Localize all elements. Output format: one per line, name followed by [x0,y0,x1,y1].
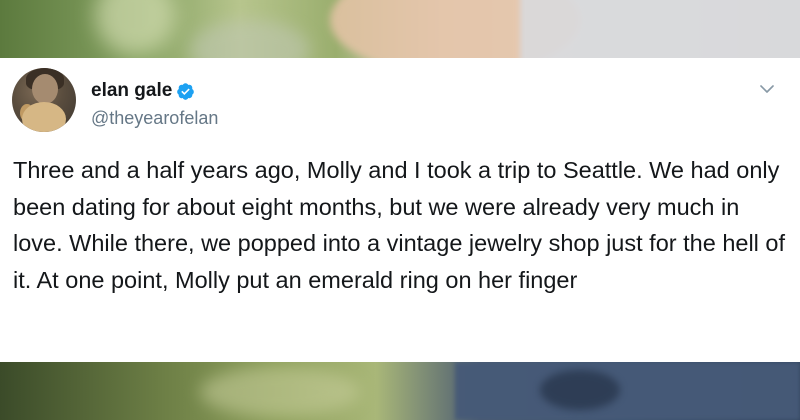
background-photo-bottom [0,362,800,420]
author-name-row: elan gale [91,80,195,102]
author-handle[interactable]: @theyearofelan [91,108,218,128]
tweet-text: Three and a half years ago, Molly and I … [13,157,786,293]
chevron-down-icon[interactable] [758,80,776,98]
avatar[interactable] [12,68,76,132]
tweet-card: elan gale @theyearofelan Three and a hal… [0,58,800,362]
screenshot-canvas: elan gale @theyearofelan Three and a hal… [0,0,800,420]
verified-badge-icon [177,82,195,100]
background-photo-top [0,0,800,58]
author-display-name[interactable]: elan gale [91,80,172,102]
